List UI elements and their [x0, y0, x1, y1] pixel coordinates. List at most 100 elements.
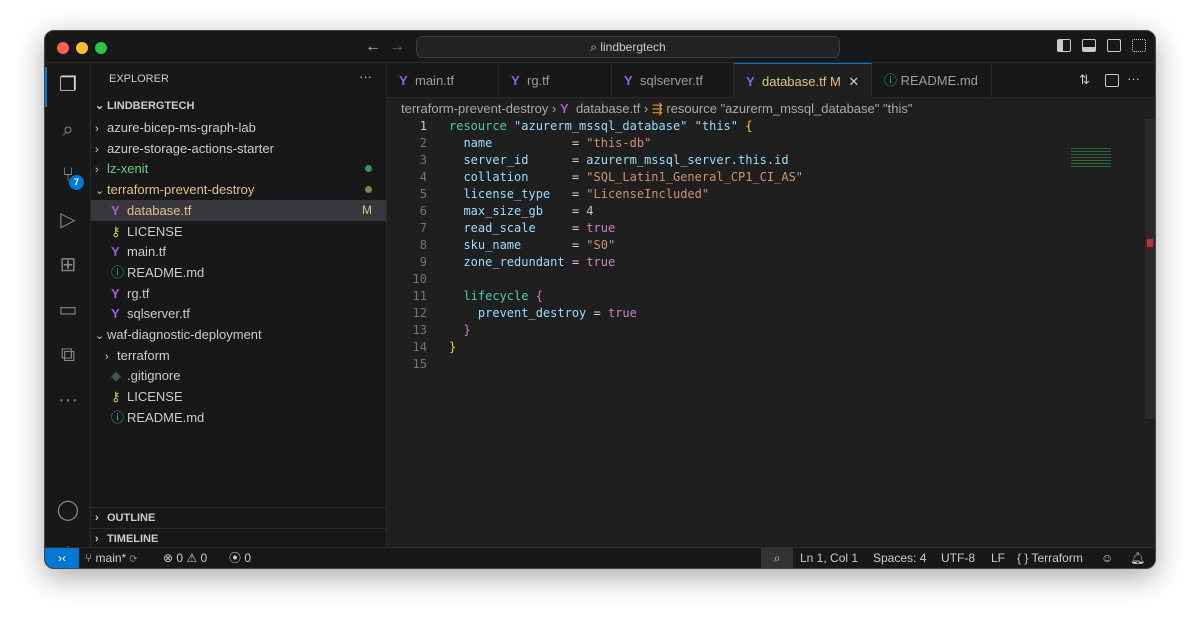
customize-layout-icon[interactable]: [1132, 39, 1146, 52]
tree-item[interactable]: ›terraform: [91, 345, 386, 366]
minimap[interactable]: [1071, 148, 1111, 168]
remote-indicator[interactable]: ›‹: [45, 548, 79, 569]
tree-item-label: azure-bicep-ms-graph-lab: [107, 120, 256, 135]
tree-item[interactable]: ⚷LICENSE: [91, 386, 386, 407]
tree-item[interactable]: ⓘREADME.md: [91, 262, 386, 283]
tree-item-label: main.tf: [127, 244, 166, 259]
code-line[interactable]: resource "azurerm_mssql_database" "this"…: [449, 118, 752, 135]
outline-section[interactable]: ›OUTLINE: [91, 507, 386, 528]
close-window-button[interactable]: [57, 42, 69, 54]
code-line[interactable]: }: [449, 322, 471, 339]
tree-item-label: terraform-prevent-destroy: [107, 182, 254, 197]
azure-icon[interactable]: ⧉: [56, 343, 80, 367]
toggle-sidebar-icon[interactable]: [1057, 39, 1071, 52]
code-token: azurerm_mssql_server.this.id: [586, 153, 788, 167]
explorer-more-button[interactable]: ···: [359, 69, 372, 84]
breadcrumb-folder[interactable]: terraform-prevent-destroy: [401, 101, 548, 116]
code-line[interactable]: lifecycle {: [449, 288, 543, 305]
tree-item[interactable]: Ymain.tf: [91, 241, 386, 262]
code-token: 4: [586, 204, 593, 218]
line-number: 6: [387, 203, 427, 220]
explorer-icon[interactable]: ❐: [56, 73, 80, 97]
tree-item[interactable]: Ysqlserver.tf: [91, 303, 386, 324]
tab-rg-tf[interactable]: Yrg.tf: [499, 63, 612, 98]
scrollbar[interactable]: [1145, 119, 1155, 419]
zoom-icon[interactable]: ⌕: [761, 548, 793, 569]
breadcrumb-symbol[interactable]: resource "azurerm_mssql_database" "this": [666, 101, 912, 116]
problems-indicator[interactable]: ⊗ 0 ⚠ 0: [163, 548, 207, 568]
command-center-search[interactable]: ⌕ lindbergtech: [416, 36, 840, 58]
tab-main-tf[interactable]: Ymain.tf: [387, 63, 499, 98]
tree-item[interactable]: Yrg.tf: [91, 283, 386, 304]
source-control-icon[interactable]: ⑂7: [56, 163, 80, 187]
tree-item[interactable]: ⚷LICENSE: [91, 221, 386, 242]
tree-item[interactable]: ›azure-storage-actions-starter: [91, 138, 386, 159]
code-line[interactable]: server_id = azurerm_mssql_server.this.id: [449, 152, 789, 169]
toggle-panel-icon[interactable]: [1082, 39, 1096, 52]
encoding[interactable]: UTF-8: [941, 548, 975, 568]
close-tab-icon[interactable]: ✕: [848, 74, 859, 89]
git-icon: ◆: [111, 365, 127, 386]
tree-item[interactable]: ›azure-bicep-ms-graph-lab: [91, 117, 386, 138]
accounts-icon[interactable]: ◯: [56, 498, 80, 522]
code-token: lifecycle: [449, 289, 528, 303]
code-token: [507, 119, 514, 133]
info-icon: ⓘ: [111, 407, 127, 428]
tree-item[interactable]: Ydatabase.tfM: [91, 200, 386, 221]
code-line[interactable]: max_size_gb = 4: [449, 203, 594, 220]
tree-item[interactable]: ›lz-xenit: [91, 158, 386, 179]
code-token: zone_redundant: [449, 255, 565, 269]
code-token: "this": [695, 119, 738, 133]
title-bar: ← → ⌕ lindbergtech: [45, 31, 1155, 63]
code-line[interactable]: name = "this-db": [449, 135, 651, 152]
run-debug-icon[interactable]: ▷: [56, 208, 80, 232]
code-token: resource: [449, 119, 507, 133]
info-icon: ⓘ: [111, 262, 127, 283]
search-icon[interactable]: ⌕: [56, 118, 80, 142]
code-token: =: [543, 204, 586, 218]
code-token: true: [586, 255, 615, 269]
timeline-section[interactable]: ›TIMELINE: [91, 528, 386, 549]
end-of-line[interactable]: LF: [991, 548, 1005, 568]
line-number: 9: [387, 254, 427, 271]
open-changes-icon[interactable]: ⇅: [1079, 72, 1090, 88]
code-token: [687, 119, 694, 133]
indentation[interactable]: Spaces: 4: [873, 548, 926, 568]
breadcrumb-file[interactable]: database.tf: [576, 101, 640, 116]
back-arrow-icon[interactable]: ←: [365, 38, 381, 56]
maximize-window-button[interactable]: [95, 42, 107, 54]
tab-database-tf[interactable]: Ydatabase.tf M ✕: [734, 63, 872, 98]
cursor-position[interactable]: Ln 1, Col 1: [800, 548, 858, 568]
split-editor-icon[interactable]: [1105, 74, 1119, 87]
tree-item-label: waf-diagnostic-deployment: [107, 327, 262, 342]
tree-item-label: rg.tf: [127, 286, 149, 301]
copilot-icon[interactable]: ☺: [1101, 548, 1113, 568]
toggle-secondary-sidebar-icon[interactable]: [1107, 39, 1121, 52]
extensions-icon[interactable]: ⊞: [56, 253, 80, 277]
language-mode[interactable]: { } Terraform: [1017, 548, 1083, 568]
line-number: 2: [387, 135, 427, 152]
code-line[interactable]: read_scale = true: [449, 220, 615, 237]
tree-item[interactable]: ◆.gitignore: [91, 365, 386, 386]
line-number: 3: [387, 152, 427, 169]
remote-explorer-icon[interactable]: ▭: [56, 298, 80, 322]
tree-item[interactable]: ⓘREADME.md: [91, 407, 386, 428]
code-line[interactable]: collation = "SQL_Latin1_General_CP1_CI_A…: [449, 169, 803, 186]
notifications-bell-icon[interactable]: 🔔︎: [1130, 548, 1145, 568]
more-icon[interactable]: ···: [56, 388, 80, 412]
code-line[interactable]: zone_redundant = true: [449, 254, 615, 271]
editor-more-icon[interactable]: ···: [1127, 71, 1140, 86]
workspace-root[interactable]: ⌄LINDBERGTECH: [91, 96, 386, 117]
tree-item[interactable]: ⌄terraform-prevent-destroy: [91, 179, 386, 200]
minimize-window-button[interactable]: [76, 42, 88, 54]
forward-arrow-icon[interactable]: →: [389, 38, 405, 56]
code-line[interactable]: prevent_destroy = true: [449, 305, 637, 322]
tab-sqlserver-tf[interactable]: Ysqlserver.tf: [612, 63, 734, 98]
code-line[interactable]: license_type = "LicenseIncluded": [449, 186, 709, 203]
branch-indicator[interactable]: ⑂ main* ⟳: [85, 548, 137, 568]
tab-readme-md[interactable]: ⓘ README.md: [872, 63, 992, 98]
ports-indicator[interactable]: ⦿ 0: [229, 548, 251, 568]
code-line[interactable]: }: [449, 339, 456, 356]
tree-item[interactable]: ⌄waf-diagnostic-deployment: [91, 324, 386, 345]
code-line[interactable]: sku_name = "S0": [449, 237, 615, 254]
